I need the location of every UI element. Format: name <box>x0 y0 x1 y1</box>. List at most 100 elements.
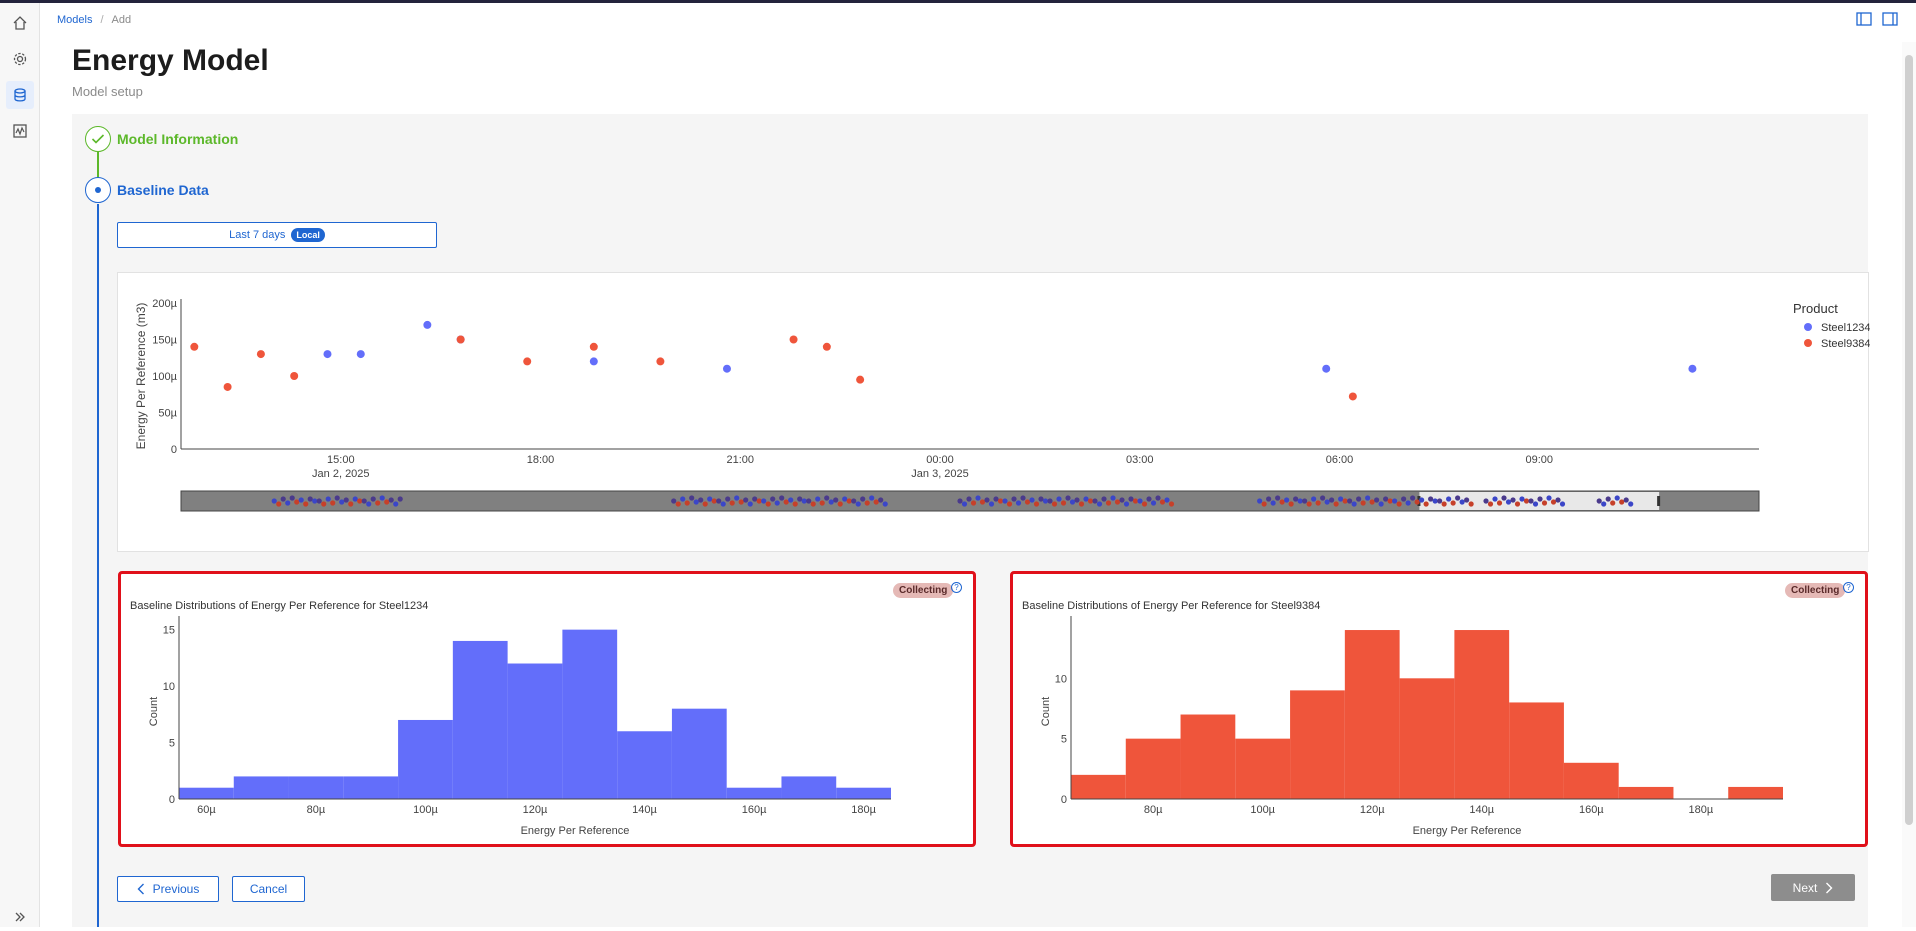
range-slider-point <box>1083 496 1089 502</box>
timezone-badge: Local <box>291 228 325 242</box>
time-range-label: Last 7 days <box>229 229 286 241</box>
range-slider-point <box>1078 501 1085 507</box>
y-tick-label: 10 <box>1055 673 1067 685</box>
range-slider-point <box>1275 495 1281 501</box>
range-slider-point <box>1523 498 1530 504</box>
range-slider-point <box>1168 501 1175 507</box>
range-slider-point <box>1279 499 1285 505</box>
home-icon[interactable] <box>6 9 34 37</box>
range-slider-point <box>1056 496 1062 502</box>
x-tick-label: 09:00 <box>1526 454 1554 466</box>
x-tick-label: 03:00 <box>1126 454 1154 466</box>
range-slider-point <box>833 497 839 503</box>
next-button-label: Next <box>1792 880 1818 895</box>
range-slider-point <box>729 500 735 506</box>
range-slider-point <box>1297 498 1303 504</box>
range-slider-point <box>1096 501 1103 507</box>
range-slider-point <box>1302 498 1308 504</box>
range-slider-point <box>1288 501 1294 507</box>
range-slider-point <box>1024 499 1031 505</box>
analytics-icon[interactable] <box>6 117 34 145</box>
range-slider-point <box>379 495 385 501</box>
range-slider-point <box>1505 499 1512 505</box>
range-slider-point <box>307 496 313 502</box>
next-button[interactable]: Next <box>1771 874 1855 901</box>
range-slider-point <box>693 499 699 505</box>
x-axis-label: Energy Per Reference <box>1413 825 1522 837</box>
previous-button[interactable]: Previous <box>117 876 219 902</box>
y-axis-label: Energy Per Reference (m3) <box>134 303 148 450</box>
range-slider-point <box>1069 499 1076 505</box>
page-subtitle: Model setup <box>72 84 143 99</box>
time-range-button[interactable]: Last 7 days Local <box>117 222 437 248</box>
range-slider-point <box>979 499 986 505</box>
range-slider-point <box>756 498 762 504</box>
range-slider-point <box>397 496 403 502</box>
range-slider-point <box>1042 498 1049 504</box>
range-slider-point <box>1065 495 1071 501</box>
range-slider-point <box>1257 498 1263 504</box>
histogram-chart-steel1234[interactable]: 0 5 10 15 60µ 80µ 100µ 120µ 140µ 160µ 180µ Count Ene… <box>121 574 973 844</box>
range-slider-point <box>1396 501 1402 507</box>
range-slider-point <box>1537 496 1543 502</box>
range-slider-point <box>316 498 322 504</box>
range-slider-point <box>271 498 277 504</box>
x-tick-sublabel: Jan 2, 2025 <box>312 468 370 480</box>
step-baseline-data[interactable]: Baseline Data <box>117 182 209 198</box>
right-panel-icon[interactable] <box>1882 12 1898 31</box>
range-slider-point <box>725 496 731 502</box>
histogram-chart-steel9384[interactable]: 0 5 10 80µ 100µ 120µ 140µ 160µ 180µ Count Energy P… <box>1013 574 1865 844</box>
data-point-steel9384 <box>190 342 199 351</box>
range-slider-point <box>1405 500 1411 506</box>
range-slider-point <box>1432 498 1438 504</box>
range-slider-point <box>1051 501 1058 507</box>
legend-marker <box>1804 323 1812 331</box>
x-tick-label: 21:00 <box>727 454 755 466</box>
range-slider-point <box>1441 501 1447 507</box>
histogram-bar <box>1180 714 1236 799</box>
range-slider-point <box>1146 496 1152 502</box>
range-slider-point <box>1351 501 1357 507</box>
range-slider-point <box>352 496 358 502</box>
step-model-information[interactable]: Model Information <box>117 131 238 147</box>
x-tick-label: 18:00 <box>527 454 555 466</box>
range-slider-point <box>878 497 884 503</box>
data-point-steel9384 <box>656 357 665 366</box>
range-slider-point <box>988 501 995 507</box>
range-slider-point <box>869 495 875 501</box>
range-slider-point <box>997 498 1004 504</box>
range-slider-point <box>1164 497 1170 503</box>
histogram-bar <box>1618 786 1674 799</box>
database-icon[interactable] <box>6 81 34 109</box>
histogram-bar <box>781 776 837 799</box>
range-slider-point <box>1365 495 1371 501</box>
range-slider-point <box>864 500 870 506</box>
range-slider-point <box>1392 498 1398 504</box>
data-point-steel1234 <box>323 350 332 359</box>
histogram-bar <box>398 719 453 799</box>
range-slider-point <box>1455 495 1461 501</box>
range-slider-point <box>294 499 300 505</box>
range-slider-point <box>384 499 390 505</box>
range-slider-point <box>851 498 857 504</box>
cancel-button[interactable]: Cancel <box>232 876 305 902</box>
range-slider-point <box>1329 497 1335 503</box>
range-slider-point <box>1087 498 1094 504</box>
breadcrumb-models-link[interactable]: Models <box>57 14 92 26</box>
histogram-bar <box>1399 678 1455 799</box>
page-scrollbar-thumb[interactable] <box>1905 55 1913 825</box>
scatter-chart[interactable]: 0 50µ 100µ 150µ 200µ 15:00 Jan 2, 2025 18:00 21:… <box>118 273 1871 553</box>
range-slider-point <box>743 497 749 503</box>
range-slider-point <box>1155 495 1161 501</box>
range-slider-point <box>1338 496 1344 502</box>
range-slider-point <box>770 496 776 502</box>
range-slider-point <box>1487 501 1494 507</box>
range-slider-point <box>684 500 690 506</box>
range-slider-point <box>1150 500 1157 506</box>
x-tick-label: 100µ <box>1250 804 1275 816</box>
left-panel-icon[interactable] <box>1856 12 1872 31</box>
range-slider-point <box>779 495 785 501</box>
gear-icon[interactable] <box>6 45 34 73</box>
range-slider-point <box>1423 501 1429 507</box>
scatter-card: 0 50µ 100µ 150µ 200µ 15:00 Jan 2, 2025 18:00 21:… <box>117 272 1871 553</box>
